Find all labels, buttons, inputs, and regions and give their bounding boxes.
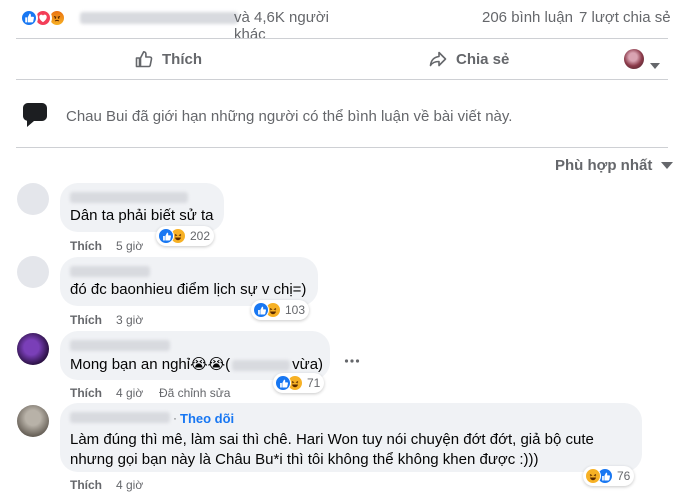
comment-text-end: vừa) xyxy=(292,356,324,373)
comment-like-link[interactable]: Thích xyxy=(70,239,102,253)
comment-text: Dân ta phải biết sử ta xyxy=(70,207,214,224)
commenter-name-redacted[interactable] xyxy=(70,266,150,277)
commenter-avatar[interactable] xyxy=(17,333,49,365)
share-button[interactable]: Chia sẻ xyxy=(428,49,509,69)
commenter-name-redacted[interactable] xyxy=(70,192,188,203)
divider-notice xyxy=(16,147,668,148)
comment-bubble: đó đc baonhieu điểm lịch sự v chị=) xyxy=(60,257,318,306)
comment-text: đó đc baonhieu điểm lịch sự v chị=) xyxy=(70,281,307,298)
comment-reactions[interactable]: 202 xyxy=(156,226,215,246)
share-button-label: Chia sẻ xyxy=(456,50,510,68)
divider-top xyxy=(16,38,668,39)
comment-like-link[interactable]: Thích xyxy=(70,386,102,400)
divider-actions xyxy=(16,79,668,80)
comment-timestamp[interactable]: 5 giờ xyxy=(116,239,143,253)
like-icon xyxy=(253,302,269,318)
comment-bubble: · Theo dõi Làm đúng thì mê, làm sai thì … xyxy=(60,403,642,472)
reaction-count: 202 xyxy=(190,229,211,243)
comment-sort-dropdown[interactable]: Phù hợp nhất xyxy=(555,157,674,174)
commenter-avatar[interactable] xyxy=(17,256,49,288)
comment-text-line-1: Làm đúng thì mê, làm sai thì chê. Hari W… xyxy=(70,431,594,448)
avatar xyxy=(624,49,644,69)
comments-count[interactable]: 206 bình luận xyxy=(482,9,573,26)
comment-timestamp[interactable]: 4 giờ xyxy=(116,386,143,400)
follow-separator: · xyxy=(173,411,177,425)
comment-reactions[interactable]: 103 xyxy=(251,300,310,320)
commenter-avatar[interactable] xyxy=(17,183,49,215)
comment-reactions[interactable]: 76 xyxy=(583,466,635,486)
commenter-avatar[interactable] xyxy=(17,405,49,437)
reaction-summary[interactable]: và 4,6K người khác xyxy=(20,6,360,43)
reaction-count: 103 xyxy=(285,303,306,317)
commenter-name-redacted[interactable] xyxy=(70,412,170,423)
speech-bubble-icon xyxy=(21,101,49,134)
commenter-name-redacted[interactable] xyxy=(70,340,170,351)
comment-bubble: Dân ta phải biết sử ta xyxy=(60,183,224,232)
caret-down-icon xyxy=(650,56,660,74)
follow-link[interactable]: Theo dõi xyxy=(180,411,234,426)
reaction-count: 76 xyxy=(617,469,631,483)
share-arrow-icon xyxy=(428,49,448,69)
comment-text-line-2: nhưng gọi bạn này là Châu Bu*i thì tôi k… xyxy=(70,451,539,468)
shares-count[interactable]: 7 lượt chia sẻ xyxy=(579,9,671,26)
edited-label[interactable]: Đã chỉnh sửa xyxy=(159,386,230,400)
post-as-selector[interactable] xyxy=(624,48,664,70)
like-button[interactable]: Thích xyxy=(134,49,202,69)
thumbs-up-outline-icon xyxy=(134,49,154,69)
comment-reactions[interactable]: 71 xyxy=(273,373,325,393)
mentioned-name-redacted[interactable] xyxy=(232,359,291,371)
comment-like-link[interactable]: Thích xyxy=(70,313,102,327)
comment-emoji: 😭😭( xyxy=(190,356,231,373)
reactor-names-redacted xyxy=(80,12,238,24)
like-icon xyxy=(158,228,174,244)
reaction-count: 71 xyxy=(307,376,321,390)
like-reaction-icon xyxy=(20,9,38,27)
caret-down-icon xyxy=(661,162,674,169)
more-options-icon[interactable] xyxy=(344,351,360,369)
like-icon xyxy=(275,375,291,391)
haha-icon xyxy=(585,468,601,484)
sort-label: Phù hợp nhất xyxy=(555,157,653,174)
comment-like-link[interactable]: Thích xyxy=(70,478,102,492)
comment-restriction-notice: Chau Bui đã giới hạn những người có thể … xyxy=(66,108,513,125)
comment-timestamp[interactable]: 4 giờ xyxy=(116,478,143,492)
comment-text-start: Mong bạn an nghỉ xyxy=(70,356,191,373)
comment-timestamp[interactable]: 3 giờ xyxy=(116,313,143,327)
like-button-label: Thích xyxy=(162,50,202,68)
comment-text: Mong bạn an nghỉ😭😭( vừa) xyxy=(70,355,323,373)
